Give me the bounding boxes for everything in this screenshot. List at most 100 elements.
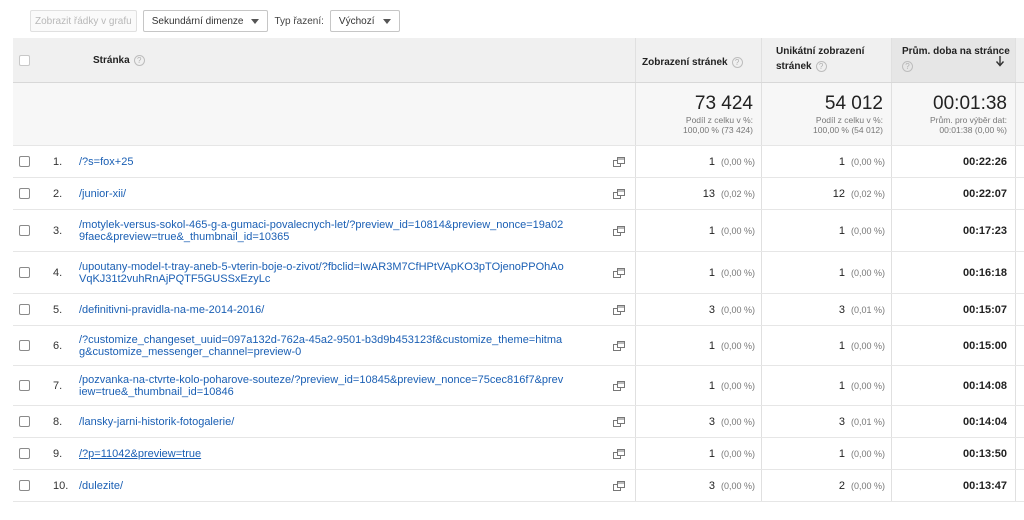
row-unique-cell: 3 (0,01 %)	[761, 294, 891, 325]
avg-time-column-header[interactable]: Prům. doba na stránce ?	[902, 44, 1010, 74]
row-next-column-edge	[1015, 406, 1024, 437]
row-page-cell: /definitivni-pravidla-na-me-2014-2016/	[67, 294, 635, 325]
row-unique-cell: 1 (0,00 %)	[761, 210, 891, 251]
open-in-new-window-icon[interactable]	[613, 157, 625, 167]
row-checkbox[interactable]	[19, 188, 30, 199]
row-pageviews-value: 13	[702, 188, 715, 200]
row-external-cell	[611, 210, 635, 251]
row-unique-value: 1	[838, 267, 845, 279]
row-checkbox[interactable]	[19, 304, 30, 315]
row-avg-time-cell: 00:13:47	[891, 470, 1015, 501]
row-index-cell: 9.	[37, 438, 67, 469]
row-checkbox[interactable]	[19, 156, 30, 167]
row-page-cell: /lansky-jarni-historik-fotogalerie/	[67, 406, 635, 437]
row-avg-time: 00:15:00	[962, 340, 1007, 352]
help-circle-icon[interactable]: ?	[731, 56, 743, 68]
totals-pageviews-share: Podíl z celku v %: 100,00 % (73 424)	[683, 115, 753, 135]
row-avg-time: 00:14:08	[962, 380, 1007, 392]
page-link[interactable]: /definitivni-pravidla-na-me-2014-2016/	[79, 304, 619, 316]
row-avg-time-cell: 00:15:00	[891, 326, 1015, 365]
row-avg-time: 00:22:26	[962, 156, 1007, 168]
open-in-new-window-icon[interactable]	[613, 449, 625, 459]
page-link-line1: /definitivni-pravidla-na-me-2014-2016/	[79, 304, 265, 316]
row-external-cell	[611, 252, 635, 293]
page-link[interactable]: /dulezite/	[79, 480, 619, 492]
row-checkbox[interactable]	[19, 416, 30, 427]
open-in-new-window-icon[interactable]	[613, 226, 625, 236]
row-checkbox-cell	[13, 366, 37, 405]
page-link[interactable]: /motylek-versus-sokol-465-g-a-gumaci-pov…	[79, 219, 619, 243]
select-all-checkbox[interactable]	[19, 55, 30, 66]
row-page-cell: /upoutany-model-t-tray-aneb-5-vterin-boj…	[67, 252, 635, 293]
row-checkbox[interactable]	[19, 380, 30, 391]
totals-row: 73 424 Podíl z celku v %: 100,00 % (73 4…	[13, 83, 1024, 146]
page-link[interactable]: /?p=11042&preview=true	[79, 448, 619, 460]
open-in-new-window-icon[interactable]	[613, 481, 625, 491]
unique-pageviews-column-header[interactable]: Unikátní zobrazení stránek?	[776, 44, 864, 74]
row-pageviews-share: (0,00 %)	[720, 268, 755, 278]
row-checkbox[interactable]	[19, 340, 30, 351]
open-in-new-window-icon[interactable]	[613, 305, 625, 315]
table-row: 10. /dulezite/3 (0,00 %) 2 (0,00 %) 00:13:47	[13, 470, 1024, 502]
row-pageviews-cell: 3 (0,00 %)	[635, 470, 761, 501]
help-circle-icon[interactable]: ?	[902, 60, 913, 72]
open-in-new-window-icon[interactable]	[613, 341, 625, 351]
totals-pageviews-cell: 73 424 Podíl z celku v %: 100,00 % (73 4…	[635, 83, 761, 145]
secondary-dimension-dropdown[interactable]: Sekundární dimenze	[142, 10, 269, 32]
help-circle-icon[interactable]: ?	[133, 54, 145, 66]
open-in-new-window-icon[interactable]	[613, 268, 625, 278]
row-avg-time-cell: 00:22:07	[891, 178, 1015, 209]
row-unique: 1 (0,00 %)	[839, 267, 885, 279]
row-checkbox[interactable]	[19, 225, 30, 236]
row-pageviews-share: (0,00 %)	[720, 341, 755, 351]
row-pageviews-cell: 1 (0,00 %)	[635, 252, 761, 293]
pageviews-column-title: Zobrazení stránek	[642, 57, 728, 68]
row-unique-cell: 1 (0,00 %)	[761, 326, 891, 365]
table-toolbar: Zobrazit řádky v grafu Sekundární dimenz…	[30, 8, 400, 34]
row-index: 7.	[53, 380, 63, 392]
page-column-header[interactable]: Stránka?	[93, 53, 145, 68]
table-row: 5. /definitivni-pravidla-na-me-2014-2016/…	[13, 294, 1024, 326]
page-link[interactable]: /lansky-jarni-historik-fotogalerie/	[79, 416, 619, 428]
row-index: 2.	[53, 188, 63, 200]
open-in-new-window-icon[interactable]	[613, 189, 625, 199]
row-unique-value: 1	[838, 380, 845, 392]
row-unique-share: (0,00 %)	[850, 481, 885, 491]
row-checkbox[interactable]	[19, 267, 30, 278]
page-link-line2: VqKJ31t2vuhRnAjPQTF5GUSSxEzyLc	[79, 273, 271, 285]
row-next-column-edge	[1015, 326, 1024, 365]
page-link[interactable]: /upoutany-model-t-tray-aneb-5-vterin-boj…	[79, 261, 619, 285]
row-checkbox-cell	[13, 406, 37, 437]
header-next-column-edge	[1015, 38, 1024, 82]
page-link[interactable]: /pozvanka-na-ctvrte-kolo-poharove-soutez…	[79, 374, 619, 398]
row-unique-share: (0,02 %)	[850, 189, 885, 199]
header-page-cell[interactable]: Stránka?	[67, 38, 635, 82]
row-checkbox-cell	[13, 438, 37, 469]
row-checkbox-cell	[13, 210, 37, 251]
header-pageviews-cell[interactable]: Zobrazení stránek?	[635, 38, 761, 82]
row-checkbox-cell	[13, 178, 37, 209]
row-checkbox[interactable]	[19, 480, 30, 491]
row-unique: 1 (0,00 %)	[839, 225, 885, 237]
open-in-new-window-icon[interactable]	[613, 417, 625, 427]
open-in-new-window-icon[interactable]	[613, 381, 625, 391]
row-pageviews-share: (0,00 %)	[720, 226, 755, 236]
sort-type-dropdown[interactable]: Výchozí	[329, 10, 400, 32]
header-avg-time-cell[interactable]: Prům. doba na stránce ?	[891, 38, 1015, 82]
page-link[interactable]: /junior-xii/	[79, 188, 619, 200]
page-link[interactable]: /?s=fox+25	[79, 156, 619, 168]
pageviews-column-header[interactable]: Zobrazení stránek?	[642, 55, 743, 70]
row-pageviews-share: (0,00 %)	[720, 381, 755, 391]
row-next-column-edge	[1015, 470, 1024, 501]
page-link-line2: iew=true&_thumbnail_id=10846	[79, 386, 234, 398]
row-next-column-edge	[1015, 210, 1024, 251]
row-pageviews-share: (0,00 %)	[720, 305, 755, 315]
arrow-down-icon[interactable]	[995, 55, 1005, 67]
header-unique-cell[interactable]: Unikátní zobrazení stránek?	[761, 38, 891, 82]
row-checkbox[interactable]	[19, 448, 30, 459]
unique-column-title-line2: stránek	[776, 61, 812, 72]
page-link[interactable]: /?customize_changeset_uuid=097a132d-762a…	[79, 334, 619, 358]
row-pageviews-cell: 3 (0,00 %)	[635, 406, 761, 437]
row-index-cell: 3.	[37, 210, 67, 251]
help-circle-icon[interactable]: ?	[815, 60, 827, 72]
